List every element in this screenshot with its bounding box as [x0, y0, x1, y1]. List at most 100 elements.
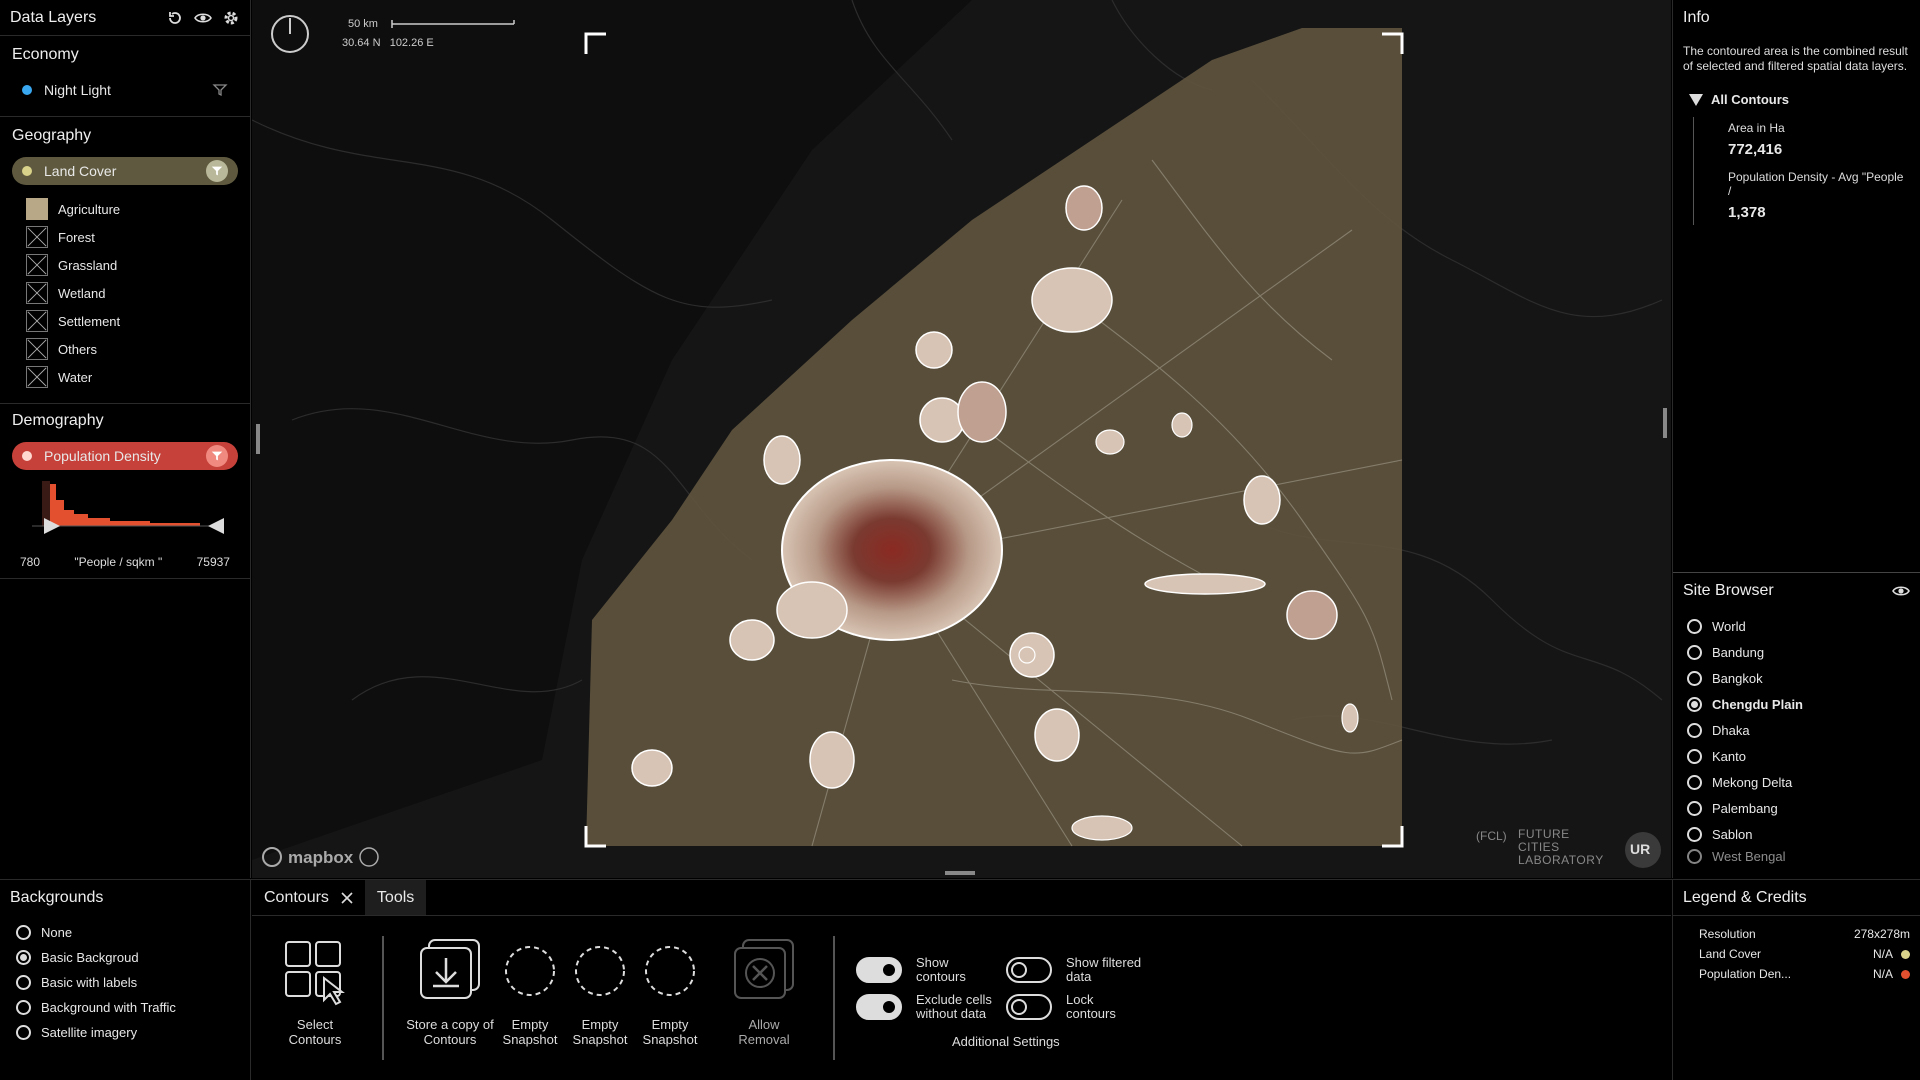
site-label: Palembang [1712, 800, 1778, 816]
bg-option-traffic[interactable]: Background with Traffic [0, 995, 250, 1020]
legend-item-water[interactable]: Water [26, 363, 238, 391]
radio-button[interactable] [16, 1000, 31, 1015]
histogram-bar [50, 484, 56, 526]
site-item-bandung[interactable]: Bandung [1673, 639, 1920, 665]
data-layers-panel: Data Layers Economy Night Light Geograph… [0, 0, 251, 878]
show-filtered-toggle[interactable]: Show filtered data [1006, 956, 1156, 984]
bg-label: None [41, 925, 73, 940]
tab-tools[interactable]: Tools [364, 880, 427, 915]
legend-item-others[interactable]: Others [26, 335, 238, 363]
layer-night-light[interactable]: Night Light [12, 76, 238, 104]
fcl-name-line-3: LABORATORY [1518, 853, 1604, 867]
site-item-west-bengal[interactable]: West Bengal [1673, 847, 1920, 865]
show-contours-toggle[interactable]: Show contours [856, 956, 986, 984]
additional-settings-label: Additional Settings [952, 1034, 1060, 1049]
site-label: Sablon [1712, 826, 1753, 842]
legend-item-grassland[interactable]: Grassland [26, 251, 238, 279]
left-collapse-handle[interactable] [256, 424, 260, 454]
bg-option-satellite[interactable]: Satellite imagery [0, 1020, 250, 1045]
legend-item-settlement[interactable]: Settlement [26, 307, 238, 335]
filter-icon[interactable] [212, 82, 228, 98]
radio-button-selected[interactable] [1687, 696, 1702, 712]
site-label: Bandung [1712, 644, 1765, 660]
legend-item-agriculture[interactable]: Agriculture [26, 195, 238, 223]
bg-option-basic[interactable]: Basic Backgroud [0, 945, 250, 970]
contours-heading: All Contours [1711, 92, 1789, 107]
contour [1018, 646, 1036, 664]
histogram-bar [64, 510, 74, 526]
contour [1341, 703, 1359, 733]
site-item-dhaka[interactable]: Dhaka [1673, 717, 1920, 743]
toggle-switch[interactable] [856, 994, 902, 1020]
legend-item-wetland[interactable]: Wetland [26, 279, 238, 307]
map-canvas[interactable]: 50 km 30.64 N 102.26 E mapbox (FCL) FUTU… [252, 0, 1671, 878]
filter-button[interactable] [206, 445, 228, 467]
tools-panel: Contours Tools Select Contours Store a c… [252, 880, 1671, 1080]
gear-icon[interactable] [222, 9, 240, 27]
bottom-bar: Backgrounds None Basic Backgroud Basic w… [0, 879, 1920, 1080]
radio-button[interactable] [1687, 848, 1702, 864]
allow-removal-button[interactable]: Allow Removal [724, 936, 804, 1047]
radio-button[interactable] [1687, 748, 1702, 764]
filter-button[interactable] [206, 160, 228, 182]
contour [776, 581, 848, 639]
density-histogram[interactable]: 780 "People / sqkm " 75937 [12, 476, 238, 569]
bottom-collapse-handle[interactable] [945, 871, 975, 875]
metric-label: Population Density - Avg "People / [1728, 170, 1904, 198]
toggle-switch[interactable] [1006, 957, 1052, 983]
site-item-mekong-delta[interactable]: Mekong Delta [1673, 769, 1920, 795]
reset-icon[interactable] [166, 9, 184, 27]
radio-button-selected[interactable] [16, 950, 31, 965]
site-item-bangkok[interactable]: Bangkok [1673, 665, 1920, 691]
toggle-switch[interactable] [1006, 994, 1052, 1020]
radio-button[interactable] [1687, 774, 1702, 790]
layer-land-cover[interactable]: Land Cover [12, 157, 238, 185]
legend-color-dot [1901, 969, 1910, 979]
lock-contours-toggle[interactable]: Lock contours [1006, 993, 1136, 1021]
contour [1034, 708, 1080, 762]
layer-label: Population Density [44, 448, 161, 464]
layer-population-density[interactable]: Population Density [12, 442, 238, 470]
snapshot-slot-3[interactable]: Empty Snapshot [634, 936, 706, 1047]
radio-button[interactable] [1687, 670, 1702, 686]
site-item-chengdu-plain[interactable]: Chengdu Plain [1673, 691, 1920, 717]
radio-button[interactable] [1687, 722, 1702, 738]
radio-button[interactable] [16, 975, 31, 990]
eye-icon[interactable] [1892, 582, 1910, 600]
site-item-world[interactable]: World [1673, 613, 1920, 639]
radio-button[interactable] [1687, 644, 1702, 660]
all-contours-toggle[interactable]: All Contours [1673, 82, 1920, 117]
site-item-kanto[interactable]: Kanto [1673, 743, 1920, 769]
snapshot-slot-2[interactable]: Empty Snapshot [564, 936, 636, 1047]
histogram-bar [88, 518, 110, 526]
radio-button[interactable] [1687, 800, 1702, 816]
geography-section: Geography Land Cover Agriculture Forest … [0, 117, 250, 404]
histogram-unit: "People / sqkm " [74, 555, 163, 569]
close-icon[interactable] [341, 891, 353, 904]
mapbox-attribution[interactable]: mapbox [288, 848, 353, 868]
radio-button[interactable] [1687, 826, 1702, 842]
site-item-palembang[interactable]: Palembang [1673, 795, 1920, 821]
site-item-sablon[interactable]: Sablon [1673, 821, 1920, 847]
store-contours-button[interactable]: Store a copy of Contours [400, 936, 500, 1047]
toggle-switch[interactable] [856, 957, 902, 983]
radio-button[interactable] [16, 925, 31, 940]
histogram-bar [56, 500, 64, 526]
select-contours-button[interactable]: Select Contours [272, 936, 358, 1047]
legend-item-forest[interactable]: Forest [26, 223, 238, 251]
site-list[interactable]: World Bandung Bangkok Chengdu Plain Dhak… [1673, 609, 1920, 909]
snapshot-slot-1[interactable]: Empty Snapshot [494, 936, 566, 1047]
right-collapse-handle[interactable] [1663, 408, 1667, 438]
contour [729, 619, 775, 661]
tool-label: Allow Removal [738, 1017, 790, 1047]
tab-contours[interactable]: Contours [252, 880, 365, 915]
exclude-cells-toggle[interactable]: Exclude cells without data [856, 993, 1002, 1021]
radio-button[interactable] [16, 1025, 31, 1040]
site-browser-header: Site Browser [1673, 573, 1920, 609]
max-handle[interactable] [208, 518, 224, 534]
bg-option-none[interactable]: None [0, 920, 250, 945]
eye-icon[interactable] [194, 9, 212, 27]
bg-option-labels[interactable]: Basic with labels [0, 970, 250, 995]
legend-header: Legend & Credits [1673, 880, 1920, 916]
radio-button[interactable] [1687, 618, 1702, 634]
